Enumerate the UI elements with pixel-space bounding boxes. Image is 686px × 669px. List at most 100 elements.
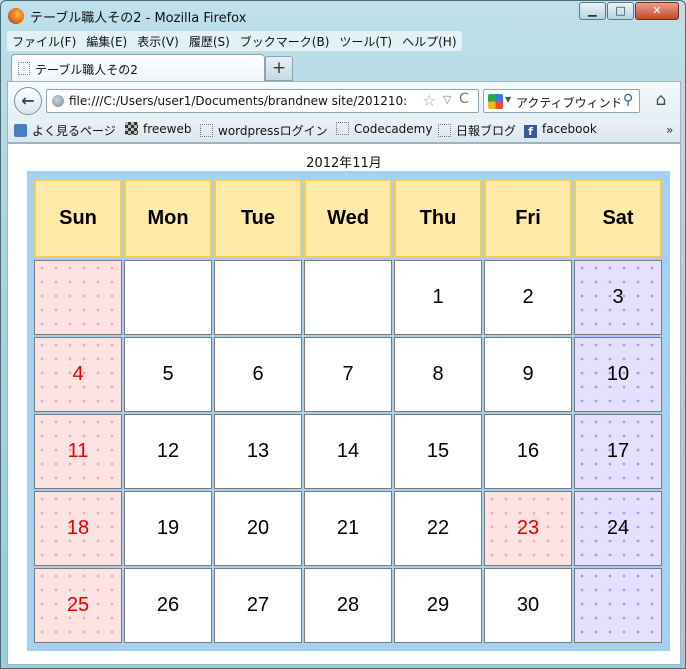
- day-cell: 23: [484, 491, 572, 566]
- minimize-button[interactable]: ▁: [579, 2, 606, 20]
- menu-bar: ファイル(F) 編集(E) 表示(V) 履歴(S) ブックマーク(B) ツール(…: [7, 31, 462, 51]
- bookmark-facebook[interactable]: f facebook: [524, 122, 597, 138]
- reload-icon[interactable]: C: [459, 91, 469, 107]
- day-cell: 27: [214, 568, 302, 643]
- day-cell: 17: [574, 414, 662, 489]
- menu-view[interactable]: 表示(V): [132, 31, 184, 51]
- bookmark-label: facebook: [542, 122, 597, 136]
- day-cell: 1: [394, 260, 482, 335]
- day-cell: 19: [124, 491, 212, 566]
- day-cell: 8: [394, 337, 482, 412]
- tab-label: テーブル職人その2: [35, 63, 138, 77]
- window-controls: ▁ □ ✕: [578, 2, 679, 20]
- header-tue: Tue: [214, 179, 302, 258]
- calendar-frame: Sun Mon Tue Wed Thu Fri Sat 1 2 3 4 5 6 7 8 9 10 11 12 13 14…: [27, 171, 670, 651]
- day-cell: 3: [574, 260, 662, 335]
- day-cell: 16: [484, 414, 572, 489]
- firefox-logo-icon: [8, 8, 24, 24]
- facebook-icon: f: [524, 125, 537, 138]
- menu-history[interactable]: 履歴(S): [184, 31, 235, 51]
- day-cell: 6: [214, 337, 302, 412]
- bookmark-label: freeweb: [143, 122, 192, 136]
- bookmark-star-icon[interactable]: ☆: [422, 91, 436, 110]
- url-input[interactable]: file:///C:/Users/user1/Documents/brandne…: [69, 94, 415, 108]
- search-input[interactable]: アクティブウィンド: [516, 94, 620, 111]
- close-button[interactable]: ✕: [635, 2, 679, 20]
- day-cell: 28: [304, 568, 392, 643]
- menu-file[interactable]: ファイル(F): [7, 31, 81, 51]
- day-cell: 18: [34, 491, 122, 566]
- day-cell: 25: [34, 568, 122, 643]
- menu-edit[interactable]: 編集(E): [81, 31, 132, 51]
- menu-help[interactable]: ヘルプ(H): [397, 31, 461, 51]
- search-icon[interactable]: ⚲: [623, 92, 633, 108]
- day-cell: 2: [484, 260, 572, 335]
- page-icon: [336, 122, 349, 135]
- menu-tools[interactable]: ツール(T): [334, 31, 397, 51]
- page-icon: [438, 124, 451, 137]
- url-history-dropdown-icon[interactable]: ▽: [443, 93, 451, 106]
- site-identity-icon[interactable]: [52, 95, 64, 107]
- day-cell: 11: [34, 414, 122, 489]
- maximize-button[interactable]: □: [607, 2, 634, 20]
- page-favicon-icon: [18, 62, 30, 75]
- bookmark-most-visited[interactable]: よく見るページ: [14, 122, 116, 139]
- home-button[interactable]: ⌂: [650, 90, 672, 112]
- day-cell: 21: [304, 491, 392, 566]
- day-cell: 5: [124, 337, 212, 412]
- bookmark-label: よく見るページ: [32, 124, 116, 138]
- day-cell: 15: [394, 414, 482, 489]
- new-tab-button[interactable]: +: [265, 56, 293, 81]
- page-icon: [200, 124, 213, 137]
- day-cell: 20: [214, 491, 302, 566]
- page-content: 2012年11月 Sun Mon Tue Wed Thu Fri Sat 1 2 3 4 5 6 7 8 9 1…: [7, 143, 681, 665]
- day-cell: [304, 260, 392, 335]
- bookmark-label: Codecademy: [354, 122, 433, 136]
- day-cell: 12: [124, 414, 212, 489]
- day-cell: 7: [304, 337, 392, 412]
- header-wed: Wed: [304, 179, 392, 258]
- day-cell: 26: [124, 568, 212, 643]
- day-cell: 9: [484, 337, 572, 412]
- day-cell: [34, 260, 122, 335]
- back-button[interactable]: ←: [14, 87, 42, 115]
- header-fri: Fri: [484, 179, 572, 258]
- menu-bookmarks[interactable]: ブックマーク(B): [235, 31, 335, 51]
- search-engine-icon[interactable]: [488, 94, 503, 109]
- navigation-toolbar: ← file:///C:/Users/user1/Documents/brand…: [7, 81, 681, 119]
- bookmarks-toolbar: よく見るページ freeweb wordpressログイン Codecademy…: [7, 119, 681, 143]
- tab-active[interactable]: テーブル職人その2: [11, 54, 265, 82]
- day-cell: [574, 568, 662, 643]
- day-cell: 22: [394, 491, 482, 566]
- day-cell: 24: [574, 491, 662, 566]
- bookmark-label: wordpressログイン: [218, 124, 328, 138]
- day-cell: 10: [574, 337, 662, 412]
- tab-strip: テーブル職人その2 +: [7, 54, 681, 82]
- maximize-icon: □: [615, 4, 626, 17]
- title-bar: テーブル職人その2 - Mozilla Firefox ▁ □ ✕: [1, 1, 685, 31]
- bookmark-codecademy[interactable]: Codecademy: [336, 122, 432, 136]
- search-bar[interactable]: ▼ アクティブウィンド ⚲: [483, 89, 640, 113]
- header-mon: Mon: [124, 179, 212, 258]
- window-title: テーブル職人その2 - Mozilla Firefox: [30, 11, 247, 26]
- minimize-icon: ▁: [588, 4, 597, 17]
- bookmark-daily-blog[interactable]: 日報ブログ: [438, 122, 516, 139]
- header-sat: Sat: [574, 179, 662, 258]
- url-bar[interactable]: file:///C:/Users/user1/Documents/brandne…: [46, 89, 479, 113]
- bookmarks-overflow-chevron-icon[interactable]: »: [666, 123, 673, 137]
- header-sun: Sun: [34, 179, 122, 258]
- close-icon: ✕: [652, 4, 662, 17]
- bookmark-wordpress-login[interactable]: wordpressログイン: [200, 122, 328, 139]
- day-cell: 14: [304, 414, 392, 489]
- day-cell: 4: [34, 337, 122, 412]
- bookmark-label: 日報ブログ: [456, 124, 517, 138]
- calendar-caption: 2012年11月: [306, 156, 382, 171]
- calendar-table: Sun Mon Tue Wed Thu Fri Sat 1 2 3 4 5 6 7 8 9 10 11 12 13 14…: [34, 179, 662, 643]
- bookmark-freeweb[interactable]: freeweb: [125, 122, 191, 136]
- day-cell: 29: [394, 568, 482, 643]
- day-cell: 13: [214, 414, 302, 489]
- header-thu: Thu: [394, 179, 482, 258]
- day-cell: [214, 260, 302, 335]
- search-engine-dropdown-icon[interactable]: ▼: [505, 95, 511, 104]
- freeweb-icon: [125, 122, 138, 135]
